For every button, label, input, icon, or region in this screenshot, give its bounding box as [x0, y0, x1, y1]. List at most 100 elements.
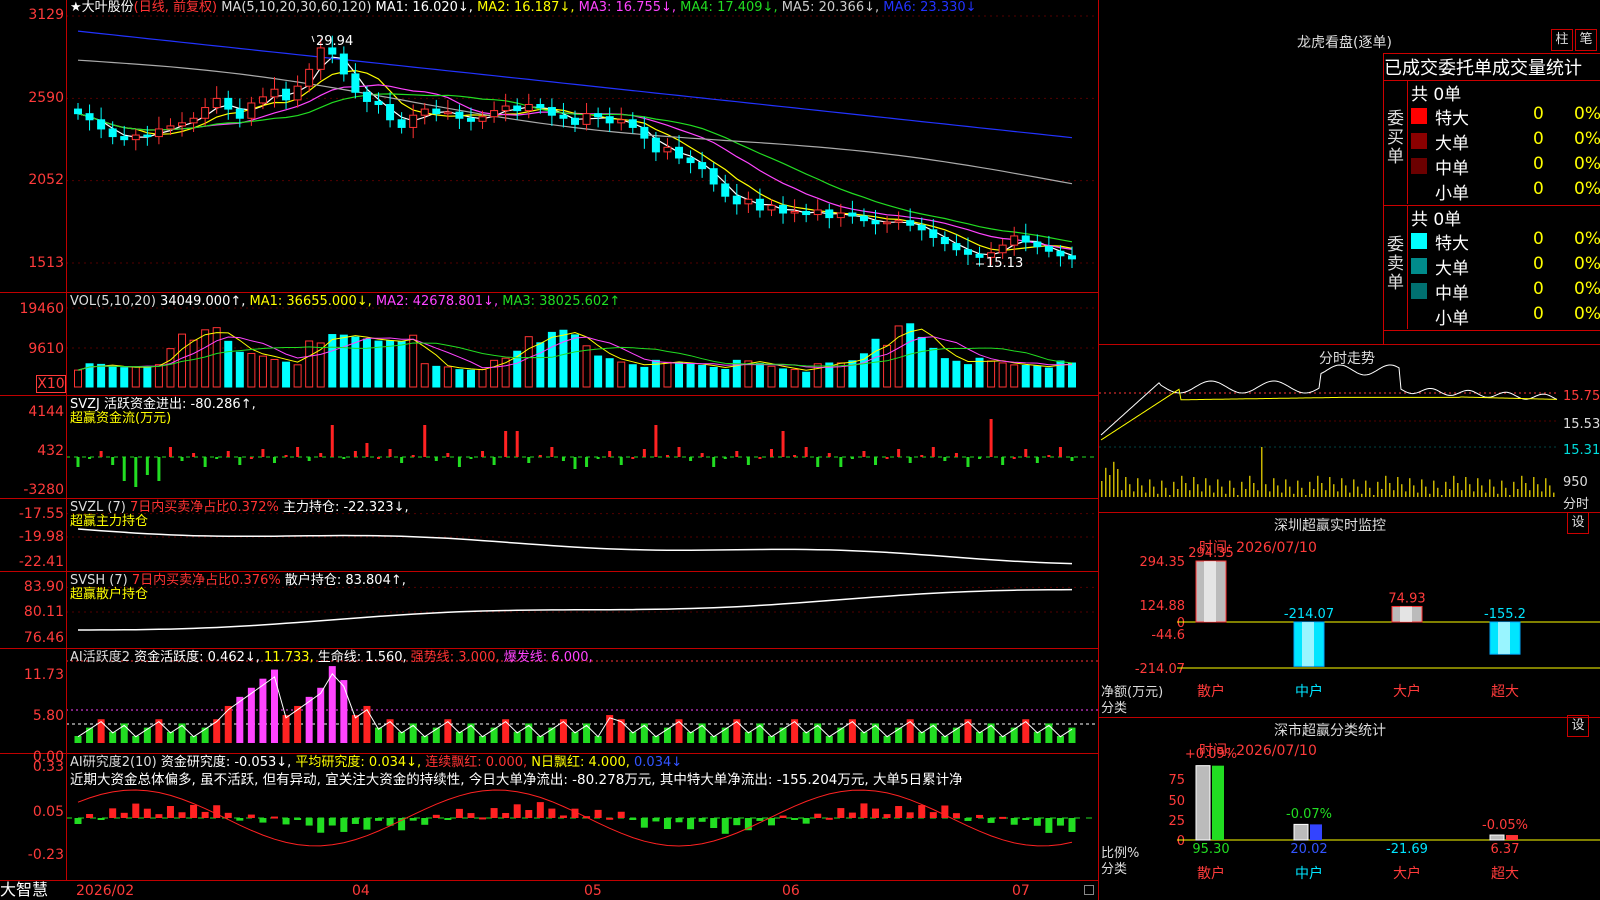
activity-bar: [467, 723, 475, 743]
intraday-vol-bar: [1461, 490, 1463, 497]
intraday-vol-bar: [1529, 490, 1531, 497]
y-tick: -44.6: [1151, 628, 1185, 643]
intraday-vol-bar: [1533, 477, 1535, 497]
legend-item: 强势线: 3.000,: [410, 650, 504, 665]
bar-highlight: [1400, 606, 1412, 622]
candle: [258, 96, 267, 104]
bar-label: 74.93: [1388, 591, 1425, 606]
candle: [571, 117, 579, 125]
flow-bar: [330, 425, 334, 457]
activity-bar: [617, 719, 625, 743]
activity-bar: [663, 727, 671, 743]
activity-bar: [490, 727, 498, 743]
holding-line: [78, 588, 1073, 631]
intraday-vol-bar: [1177, 489, 1179, 497]
intraday-vol-bar: [1221, 486, 1223, 497]
candle: [1044, 246, 1053, 252]
flow-bar: [1070, 457, 1074, 461]
bar-mode-button[interactable]: 柱: [1551, 29, 1573, 51]
intraday-vol-bar: [1193, 477, 1195, 497]
flow-bar: [111, 457, 115, 465]
activity-bar: [525, 723, 533, 743]
activity-bar: [895, 727, 903, 743]
flow-bar: [1035, 457, 1039, 463]
category-label: 散户: [1197, 865, 1225, 882]
ai-activity-panel[interactable]: AI活跃度2 资金活跃度: 0.462↓, 11.733, 生命线: 1.560…: [0, 649, 1098, 765]
research-bar: [559, 815, 567, 818]
activity-bar: [837, 727, 845, 743]
lock-icon[interactable]: [1084, 885, 1094, 895]
flow-bar: [238, 457, 242, 465]
activity-bar: [976, 731, 984, 743]
flow-bar: [353, 451, 357, 457]
tick-mode-button[interactable]: 笔: [1575, 29, 1597, 51]
volume-bar: [478, 368, 487, 388]
flow-bar: [585, 457, 589, 467]
volume-panel[interactable]: VOL(5,10,20) 34049.000↑, MA1: 36655.000↓…: [0, 293, 1098, 396]
candle: [524, 103, 533, 112]
bar-highlight: [1302, 622, 1314, 667]
intraday-vol-bar: [1241, 481, 1243, 497]
sz-class-svg: 75 50 25 0 95.30 散户 20.02 中户 -21.69 大户 6.37 超大 +0.09…: [1168, 747, 1600, 882]
flow-bar: [769, 449, 773, 457]
volume-bar: [1010, 364, 1019, 388]
intraday-vol-bar: [1429, 493, 1431, 497]
volume-bar: [212, 327, 221, 388]
flow-bar: [596, 457, 600, 459]
ai-research-panel[interactable]: AI研究度2(10) 资金研究度: -0.053↓, 平均研究度: 0.034↓…: [0, 754, 1098, 880]
intraday-vol-bar: [1505, 487, 1507, 497]
volume-bar: [640, 366, 649, 388]
date-axis[interactable]: 大智慧 2026/02 04 05 06 07: [0, 880, 1098, 900]
candle: [813, 209, 822, 216]
candle: [108, 128, 117, 138]
activity-bar: [814, 723, 822, 743]
y-tick: 15.75: [1563, 389, 1600, 404]
research-bar: [1033, 818, 1041, 826]
bottom-value: 95.30: [1192, 842, 1229, 857]
main-price-panel[interactable]: ★大叶股份(日线, 前复权) MA(5,10,20,30,60,120) MA1…: [0, 0, 1098, 293]
order-type: 大单: [1435, 134, 1469, 154]
intraday-vol-bar: [1173, 481, 1175, 497]
sz-class-panel[interactable]: 深市超赢分类统计 设 时间: 2026/07/10 75 50 25 0 95.30 散户…: [1099, 715, 1600, 900]
y-tick: 432: [37, 443, 64, 459]
volume-bar: [524, 336, 533, 388]
svsh-panel[interactable]: SVSH (7) 7日内买卖净占比0.376% 散户持仓: 83.804↑, 超…: [0, 572, 1098, 649]
intraday-vol-bar: [1133, 491, 1135, 497]
research-bar: [848, 812, 856, 818]
candle: [963, 249, 972, 255]
volume-bar: [432, 365, 441, 388]
candle: [513, 105, 522, 112]
bar-highlight: [1498, 622, 1510, 655]
flow-bar: [723, 457, 727, 459]
unit-badge: X10: [36, 375, 66, 393]
bottom-value: -21.69: [1386, 842, 1428, 857]
order-value: 0: [1533, 129, 1544, 149]
research-bar: [767, 818, 775, 826]
vol-tick: 950: [1563, 475, 1588, 490]
svzj-panel[interactable]: SVZJ 活跃资金进出: -80.286↑, 超赢资金流(万元) 4144 43…: [0, 396, 1098, 499]
activity-bar: [513, 731, 521, 743]
x-axis-title: 分类: [1101, 862, 1128, 877]
research-bar: [640, 818, 648, 828]
flow-bar: [1001, 457, 1005, 465]
intraday-vol-bar: [1497, 493, 1499, 497]
legend-item: MA2: 42678.801↓,: [375, 294, 503, 309]
sz-monitor-panel[interactable]: 深圳超赢实时监控 设 时间: 2026/07/10 294.35 124.88 0-…: [1099, 512, 1600, 718]
candle: [871, 220, 880, 225]
month-label: 07: [1012, 883, 1030, 899]
activity-bar: [698, 723, 706, 743]
intraday-vol-bar: [1509, 495, 1511, 497]
order-pct: 0%: [1574, 229, 1600, 249]
intraday-vol-bar: [1385, 475, 1387, 497]
flow-bar: [654, 425, 658, 457]
legend-item: 34049.000↑,: [160, 294, 250, 309]
candle: [975, 253, 984, 258]
research-bar: [918, 805, 926, 818]
research-bar: [675, 818, 683, 823]
svzl-panel[interactable]: SVZL (7) 7日内买卖净占比0.372% 主力持仓: -22.323↓, …: [0, 499, 1098, 572]
order-value: 0: [1533, 104, 1544, 124]
research-bar: [375, 818, 383, 821]
intraday-panel[interactable]: 分时走势 15.75 15.53 15.31 950 分时: [1099, 345, 1600, 513]
stock-title: ★大叶股份: [70, 0, 134, 15]
volume-bar: [686, 363, 695, 388]
